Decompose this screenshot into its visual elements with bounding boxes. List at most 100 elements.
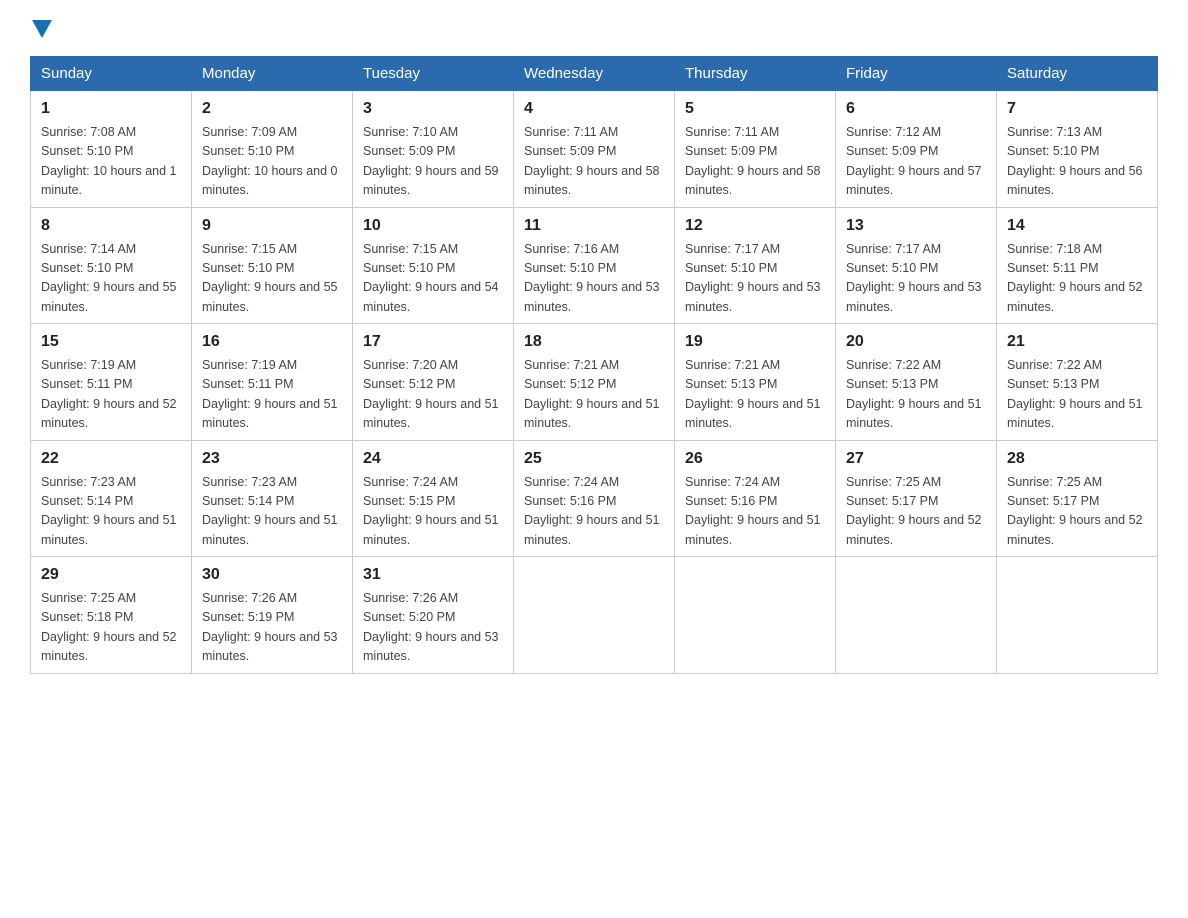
day-number: 1 [41, 97, 181, 121]
weekday-header-row: SundayMondayTuesdayWednesdayThursdayFrid… [31, 57, 1158, 91]
day-number: 19 [685, 330, 825, 354]
day-detail: Sunrise: 7:19 AMSunset: 5:11 PMDaylight:… [202, 356, 342, 434]
calendar-day-cell: 25Sunrise: 7:24 AMSunset: 5:16 PMDayligh… [514, 440, 675, 557]
weekday-header-friday: Friday [836, 57, 997, 91]
calendar-day-cell: 23Sunrise: 7:23 AMSunset: 5:14 PMDayligh… [192, 440, 353, 557]
day-detail: Sunrise: 7:18 AMSunset: 5:11 PMDaylight:… [1007, 240, 1147, 318]
calendar-day-cell: 24Sunrise: 7:24 AMSunset: 5:15 PMDayligh… [353, 440, 514, 557]
day-detail: Sunrise: 7:16 AMSunset: 5:10 PMDaylight:… [524, 240, 664, 318]
day-detail: Sunrise: 7:11 AMSunset: 5:09 PMDaylight:… [685, 123, 825, 201]
day-number: 23 [202, 447, 342, 471]
calendar-day-cell: 14Sunrise: 7:18 AMSunset: 5:11 PMDayligh… [997, 207, 1158, 324]
day-number: 20 [846, 330, 986, 354]
weekday-header-wednesday: Wednesday [514, 57, 675, 91]
calendar-day-cell: 31Sunrise: 7:26 AMSunset: 5:20 PMDayligh… [353, 557, 514, 674]
day-number: 13 [846, 214, 986, 238]
day-number: 14 [1007, 214, 1147, 238]
day-number: 5 [685, 97, 825, 121]
calendar-day-cell: 27Sunrise: 7:25 AMSunset: 5:17 PMDayligh… [836, 440, 997, 557]
day-detail: Sunrise: 7:09 AMSunset: 5:10 PMDaylight:… [202, 123, 342, 201]
day-detail: Sunrise: 7:12 AMSunset: 5:09 PMDaylight:… [846, 123, 986, 201]
calendar-day-cell: 12Sunrise: 7:17 AMSunset: 5:10 PMDayligh… [675, 207, 836, 324]
day-number: 28 [1007, 447, 1147, 471]
day-number: 4 [524, 97, 664, 121]
day-detail: Sunrise: 7:24 AMSunset: 5:16 PMDaylight:… [685, 473, 825, 551]
calendar-day-cell: 16Sunrise: 7:19 AMSunset: 5:11 PMDayligh… [192, 324, 353, 441]
day-number: 9 [202, 214, 342, 238]
logo [30, 20, 54, 38]
day-number: 6 [846, 97, 986, 121]
calendar-day-cell: 15Sunrise: 7:19 AMSunset: 5:11 PMDayligh… [31, 324, 192, 441]
calendar-day-cell: 13Sunrise: 7:17 AMSunset: 5:10 PMDayligh… [836, 207, 997, 324]
day-detail: Sunrise: 7:22 AMSunset: 5:13 PMDaylight:… [1007, 356, 1147, 434]
day-number: 27 [846, 447, 986, 471]
calendar-day-cell: 19Sunrise: 7:21 AMSunset: 5:13 PMDayligh… [675, 324, 836, 441]
calendar-day-cell: 28Sunrise: 7:25 AMSunset: 5:17 PMDayligh… [997, 440, 1158, 557]
day-detail: Sunrise: 7:21 AMSunset: 5:12 PMDaylight:… [524, 356, 664, 434]
day-detail: Sunrise: 7:26 AMSunset: 5:19 PMDaylight:… [202, 589, 342, 667]
day-detail: Sunrise: 7:15 AMSunset: 5:10 PMDaylight:… [363, 240, 503, 318]
calendar-day-cell: 10Sunrise: 7:15 AMSunset: 5:10 PMDayligh… [353, 207, 514, 324]
day-detail: Sunrise: 7:13 AMSunset: 5:10 PMDaylight:… [1007, 123, 1147, 201]
calendar-day-cell: 11Sunrise: 7:16 AMSunset: 5:10 PMDayligh… [514, 207, 675, 324]
day-detail: Sunrise: 7:21 AMSunset: 5:13 PMDaylight:… [685, 356, 825, 434]
calendar-day-cell [997, 557, 1158, 674]
day-detail: Sunrise: 7:25 AMSunset: 5:18 PMDaylight:… [41, 589, 181, 667]
day-detail: Sunrise: 7:20 AMSunset: 5:12 PMDaylight:… [363, 356, 503, 434]
day-detail: Sunrise: 7:23 AMSunset: 5:14 PMDaylight:… [202, 473, 342, 551]
day-number: 25 [524, 447, 664, 471]
calendar-week-row: 1Sunrise: 7:08 AMSunset: 5:10 PMDaylight… [31, 91, 1158, 208]
day-number: 16 [202, 330, 342, 354]
calendar-day-cell: 20Sunrise: 7:22 AMSunset: 5:13 PMDayligh… [836, 324, 997, 441]
day-detail: Sunrise: 7:15 AMSunset: 5:10 PMDaylight:… [202, 240, 342, 318]
day-detail: Sunrise: 7:25 AMSunset: 5:17 PMDaylight:… [1007, 473, 1147, 551]
day-number: 2 [202, 97, 342, 121]
day-number: 31 [363, 563, 503, 587]
day-detail: Sunrise: 7:23 AMSunset: 5:14 PMDaylight:… [41, 473, 181, 551]
day-detail: Sunrise: 7:26 AMSunset: 5:20 PMDaylight:… [363, 589, 503, 667]
day-number: 24 [363, 447, 503, 471]
day-detail: Sunrise: 7:25 AMSunset: 5:17 PMDaylight:… [846, 473, 986, 551]
day-detail: Sunrise: 7:22 AMSunset: 5:13 PMDaylight:… [846, 356, 986, 434]
day-detail: Sunrise: 7:10 AMSunset: 5:09 PMDaylight:… [363, 123, 503, 201]
calendar-day-cell: 1Sunrise: 7:08 AMSunset: 5:10 PMDaylight… [31, 91, 192, 208]
calendar-day-cell: 9Sunrise: 7:15 AMSunset: 5:10 PMDaylight… [192, 207, 353, 324]
day-number: 11 [524, 214, 664, 238]
day-number: 22 [41, 447, 181, 471]
calendar-day-cell: 18Sunrise: 7:21 AMSunset: 5:12 PMDayligh… [514, 324, 675, 441]
calendar-week-row: 22Sunrise: 7:23 AMSunset: 5:14 PMDayligh… [31, 440, 1158, 557]
day-number: 30 [202, 563, 342, 587]
day-detail: Sunrise: 7:14 AMSunset: 5:10 PMDaylight:… [41, 240, 181, 318]
day-number: 17 [363, 330, 503, 354]
day-number: 3 [363, 97, 503, 121]
day-detail: Sunrise: 7:24 AMSunset: 5:16 PMDaylight:… [524, 473, 664, 551]
day-number: 7 [1007, 97, 1147, 121]
calendar-day-cell: 30Sunrise: 7:26 AMSunset: 5:19 PMDayligh… [192, 557, 353, 674]
calendar-table: SundayMondayTuesdayWednesdayThursdayFrid… [30, 56, 1158, 674]
calendar-day-cell: 4Sunrise: 7:11 AMSunset: 5:09 PMDaylight… [514, 91, 675, 208]
calendar-week-row: 29Sunrise: 7:25 AMSunset: 5:18 PMDayligh… [31, 557, 1158, 674]
calendar-day-cell: 5Sunrise: 7:11 AMSunset: 5:09 PMDaylight… [675, 91, 836, 208]
calendar-day-cell: 29Sunrise: 7:25 AMSunset: 5:18 PMDayligh… [31, 557, 192, 674]
day-number: 21 [1007, 330, 1147, 354]
day-number: 12 [685, 214, 825, 238]
calendar-day-cell [836, 557, 997, 674]
calendar-day-cell: 2Sunrise: 7:09 AMSunset: 5:10 PMDaylight… [192, 91, 353, 208]
day-number: 26 [685, 447, 825, 471]
calendar-day-cell [675, 557, 836, 674]
calendar-day-cell: 17Sunrise: 7:20 AMSunset: 5:12 PMDayligh… [353, 324, 514, 441]
calendar-day-cell: 6Sunrise: 7:12 AMSunset: 5:09 PMDaylight… [836, 91, 997, 208]
day-number: 29 [41, 563, 181, 587]
day-detail: Sunrise: 7:17 AMSunset: 5:10 PMDaylight:… [846, 240, 986, 318]
calendar-week-row: 15Sunrise: 7:19 AMSunset: 5:11 PMDayligh… [31, 324, 1158, 441]
day-number: 18 [524, 330, 664, 354]
calendar-day-cell: 3Sunrise: 7:10 AMSunset: 5:09 PMDaylight… [353, 91, 514, 208]
day-number: 10 [363, 214, 503, 238]
day-detail: Sunrise: 7:08 AMSunset: 5:10 PMDaylight:… [41, 123, 181, 201]
day-detail: Sunrise: 7:24 AMSunset: 5:15 PMDaylight:… [363, 473, 503, 551]
calendar-day-cell: 8Sunrise: 7:14 AMSunset: 5:10 PMDaylight… [31, 207, 192, 324]
calendar-day-cell: 7Sunrise: 7:13 AMSunset: 5:10 PMDaylight… [997, 91, 1158, 208]
calendar-day-cell: 26Sunrise: 7:24 AMSunset: 5:16 PMDayligh… [675, 440, 836, 557]
calendar-week-row: 8Sunrise: 7:14 AMSunset: 5:10 PMDaylight… [31, 207, 1158, 324]
page-header [30, 20, 1158, 38]
